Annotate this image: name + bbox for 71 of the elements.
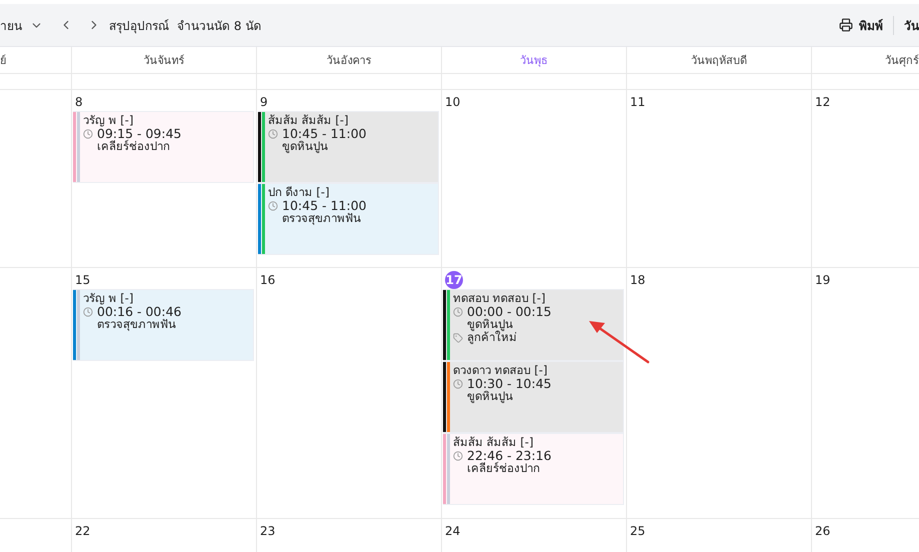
clock-icon bbox=[453, 306, 463, 316]
status-stripe bbox=[447, 434, 450, 504]
day-number[interactable]: 16 bbox=[260, 271, 276, 289]
service-name: ขูดหินปูน bbox=[467, 390, 514, 403]
month-label: ายน bbox=[0, 18, 22, 34]
print-button[interactable]: พิมพ์ bbox=[839, 16, 894, 34]
patient-name: ทดสอบ ทดสอบ [-] bbox=[453, 292, 546, 305]
day-number[interactable]: 25 bbox=[630, 522, 646, 540]
day-number[interactable]: 12 bbox=[815, 93, 830, 111]
appointment-time: 10:30 - 10:45 bbox=[467, 377, 552, 390]
appointment-time: 09:15 - 09:45 bbox=[97, 127, 182, 140]
patient-name: วรัญ พ [-] bbox=[83, 114, 134, 127]
day-number[interactable]: 24 bbox=[445, 522, 460, 540]
service-name: เคลียร์ช่องปาก bbox=[97, 140, 171, 153]
status-stripe bbox=[77, 112, 80, 182]
service-name: ขูดหินปูน bbox=[467, 318, 513, 331]
day-number[interactable]: 11 bbox=[630, 93, 646, 111]
clock-icon bbox=[453, 450, 463, 460]
appointment-count: จำนวนนัด 8 นัด bbox=[177, 18, 262, 34]
appointment-card[interactable]: วรัญ พ [-] 00:16 - 00:46 ตรวจสุขภาพฟัน bbox=[73, 289, 254, 361]
day-number[interactable]: 22 bbox=[75, 522, 90, 540]
patient-name: ดวงดาว ทดสอบ [-] bbox=[453, 364, 548, 377]
weekday-header: ย์ bbox=[0, 53, 6, 69]
day-number[interactable]: 15 bbox=[75, 271, 90, 289]
appointment-card[interactable]: ส้มส้ม ส้มส้ม [-] 22:46 - 23:16 เคลียร์ช่องปาก bbox=[443, 433, 624, 505]
appointment-card[interactable]: ดวงดาว ทดสอบ [-] 10:30 - 10:45 ขูดหินปูน bbox=[443, 361, 624, 433]
patient-name: ส้มส้ม ส้มส้ม [-] bbox=[453, 436, 534, 449]
patient-name: ปก ดีงาม [-] bbox=[268, 186, 330, 199]
day-number[interactable]: 10 bbox=[445, 93, 460, 111]
weekday-header: วันพุธ bbox=[520, 53, 548, 69]
clock-icon bbox=[83, 128, 93, 138]
status-stripe bbox=[77, 290, 80, 360]
service-name: เคลียร์ช่องปาก bbox=[467, 462, 541, 475]
day-number[interactable]: 18 bbox=[630, 271, 646, 289]
tag-icon bbox=[453, 332, 463, 342]
appointment-card[interactable]: วรัญ พ [-] 09:15 - 09:45 เคลียร์ช่องปาก bbox=[73, 111, 254, 183]
appointment-time: 10:45 - 11:00 bbox=[282, 127, 367, 140]
appointment-time: 22:46 - 23:16 bbox=[467, 449, 552, 462]
day-number[interactable]: 9 bbox=[260, 93, 268, 111]
clock-icon bbox=[268, 200, 278, 210]
day-number[interactable]: 8 bbox=[75, 93, 83, 111]
appointment-card[interactable]: ทดสอบ ทดสอบ [-] 00:00 - 00:15 ขูดหินปูน ลูกค้าใหม่ bbox=[443, 289, 624, 361]
service-name: ขูดหินปูน bbox=[282, 140, 329, 153]
day-number[interactable]: 26 bbox=[815, 522, 830, 540]
weekday-header: วันจันทร์ bbox=[144, 53, 184, 69]
appointment-card[interactable]: ปก ดีงาม [-] 10:45 - 11:00 ตรวจสุขภาพฟัน bbox=[258, 183, 439, 255]
summary-label: สรุปอุปกรณ์ bbox=[109, 18, 169, 34]
day-number[interactable]: 19 bbox=[815, 271, 830, 289]
weekday-header: วันอังคาร bbox=[326, 53, 372, 69]
day-number[interactable]: 23 bbox=[260, 522, 276, 540]
status-stripe bbox=[262, 184, 265, 254]
weekday-header: วันศุกร์ bbox=[885, 53, 919, 69]
printer-icon bbox=[839, 18, 853, 32]
weekday-header: วันพฤหัสบดี bbox=[691, 53, 747, 69]
clock-icon bbox=[83, 306, 93, 316]
appointment-time: 10:45 - 11:00 bbox=[282, 199, 367, 212]
status-stripe bbox=[447, 290, 450, 360]
status-stripe bbox=[447, 362, 450, 432]
service-name: ตรวจสุขภาพฟัน bbox=[282, 212, 362, 225]
appointment-time: 00:16 - 00:46 bbox=[97, 305, 182, 318]
patient-name: วรัญ พ [-] bbox=[83, 292, 134, 305]
clock-icon bbox=[268, 128, 278, 138]
customer-tag: ลูกค้าใหม่ bbox=[467, 331, 517, 344]
view-button[interactable]: วัน bbox=[894, 16, 919, 34]
service-name: ตรวจสุขภาพฟัน bbox=[97, 318, 177, 331]
patient-name: ส้มส้ม ส้มส้ม [-] bbox=[268, 114, 350, 127]
appointment-card[interactable]: ส้มส้ม ส้มส้ม [-] 10:45 - 11:00 ขูดหินปูน bbox=[258, 111, 439, 183]
appointment-time: 00:00 - 00:15 bbox=[467, 305, 552, 318]
status-stripe bbox=[262, 112, 265, 182]
day-number[interactable]: 17 bbox=[445, 271, 463, 289]
clock-icon bbox=[453, 378, 463, 388]
